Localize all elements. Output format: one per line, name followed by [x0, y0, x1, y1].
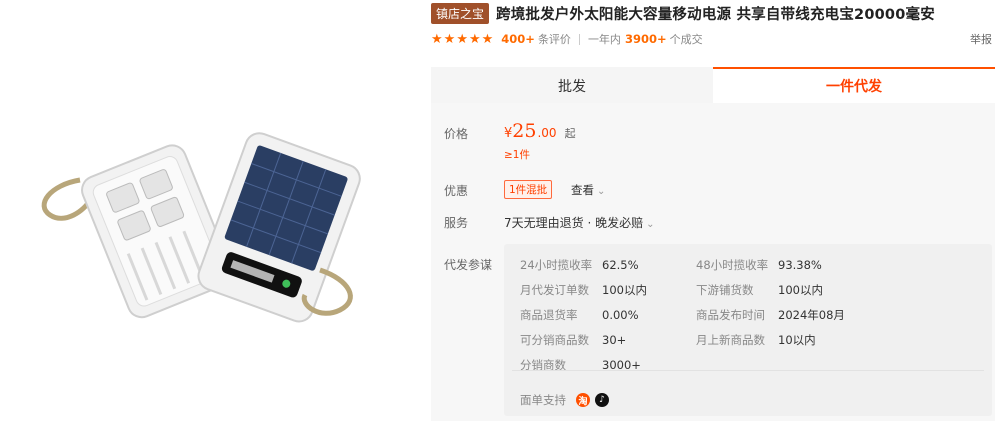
price-integer: 25 — [512, 120, 537, 142]
dropship-ref-label: 代发参谋 — [444, 258, 493, 272]
price: ¥ 25 .00 起 — [504, 120, 576, 142]
metric-item: 商品退货率 0.00% — [520, 308, 639, 322]
price-currency: ¥ — [504, 126, 513, 141]
sales-label: 个成交 — [669, 33, 703, 46]
star-icon: ★ — [468, 31, 481, 47]
mode-tabs: 批发 一件代发 — [431, 67, 995, 103]
promo-tag: 1件混批 — [504, 180, 553, 199]
rating-stars: ★ ★ ★ ★ ★ — [431, 33, 493, 46]
taobao-icon: 淘 — [576, 393, 590, 407]
promo-view-label: 查看 — [571, 183, 594, 197]
divider — [578, 33, 580, 45]
power-bank-illustration — [41, 132, 361, 323]
promo-view-button[interactable]: 查看 ⌄ — [571, 182, 605, 198]
sales-count: 3900+ — [624, 32, 667, 46]
douyin-icon: ♪ — [595, 393, 609, 407]
shop-badge: 镇店之宝 — [431, 3, 490, 24]
product-title: 跨境批发户外太阳能大容量移动电源 共享自带线充电宝20000毫安 — [496, 7, 935, 23]
service-text: 7天无理由退货 · 晚发必赔 — [504, 216, 644, 230]
stats-row: ★ ★ ★ ★ ★ 400+ 条评价 一年内 3900+ 个成交 举报 — [431, 31, 992, 47]
metric-item: 月上新商品数 10以内 — [696, 333, 816, 347]
tab-dropship[interactable]: 一件代发 — [713, 67, 995, 103]
metric-item: 可分销商品数 30+ — [520, 333, 627, 347]
period-label: 一年内 — [587, 33, 621, 46]
service-label: 服务 — [444, 216, 469, 230]
price-unit: 起 — [564, 127, 576, 140]
star-icon: ★ — [456, 31, 468, 47]
purchase-panel: 价格 ¥ 25 .00 起 ≥1件 优惠 1件混批 查看 ⌄ 服务 7天无理由退货… — [431, 103, 995, 421]
reviews-label[interactable]: 条评价 — [538, 31, 571, 47]
price-decimal: .00 — [537, 126, 557, 140]
tab-wholesale[interactable]: 批发 — [431, 67, 713, 103]
metric-item: 商品发布时间 2024年08月 — [696, 308, 845, 322]
dropship-ref-card: 24小时揽收率 62.5% 48小时揽收率 93.38% 月代发订单数 100以内 下… — [504, 244, 992, 416]
service-dropdown[interactable]: 7天无理由退货 · 晚发必赔 ⌄ — [504, 214, 654, 231]
platform-label: 面单支持 — [520, 393, 566, 407]
report-link[interactable]: 举报 — [970, 31, 992, 47]
platform-support-row: 面单支持 淘 ♪ — [520, 392, 609, 408]
metric-item: 下游铺货数 100以内 — [696, 283, 823, 297]
reviews-count[interactable]: 400+ — [501, 32, 535, 46]
star-icon: ★ — [443, 31, 456, 47]
metric-item: 月代发订单数 100以内 — [520, 283, 647, 297]
min-order-qty: ≥1件 — [504, 149, 530, 161]
star-icon: ★ — [431, 31, 443, 47]
star-icon: ★ — [481, 31, 494, 47]
metric-item: 48小时揽收率 93.38% — [696, 258, 822, 272]
promo-label: 优惠 — [444, 184, 469, 198]
product-image[interactable] — [30, 95, 370, 335]
chevron-down-icon: ⌄ — [597, 186, 606, 197]
divider — [512, 370, 984, 371]
metric-item: 24小时揽收率 62.5% — [520, 258, 639, 272]
chevron-down-icon: ⌄ — [646, 219, 655, 230]
price-label: 价格 — [444, 127, 469, 141]
title-row: 镇店之宝 跨境批发户外太阳能大容量移动电源 共享自带线充电宝20000毫安 — [431, 3, 935, 24]
